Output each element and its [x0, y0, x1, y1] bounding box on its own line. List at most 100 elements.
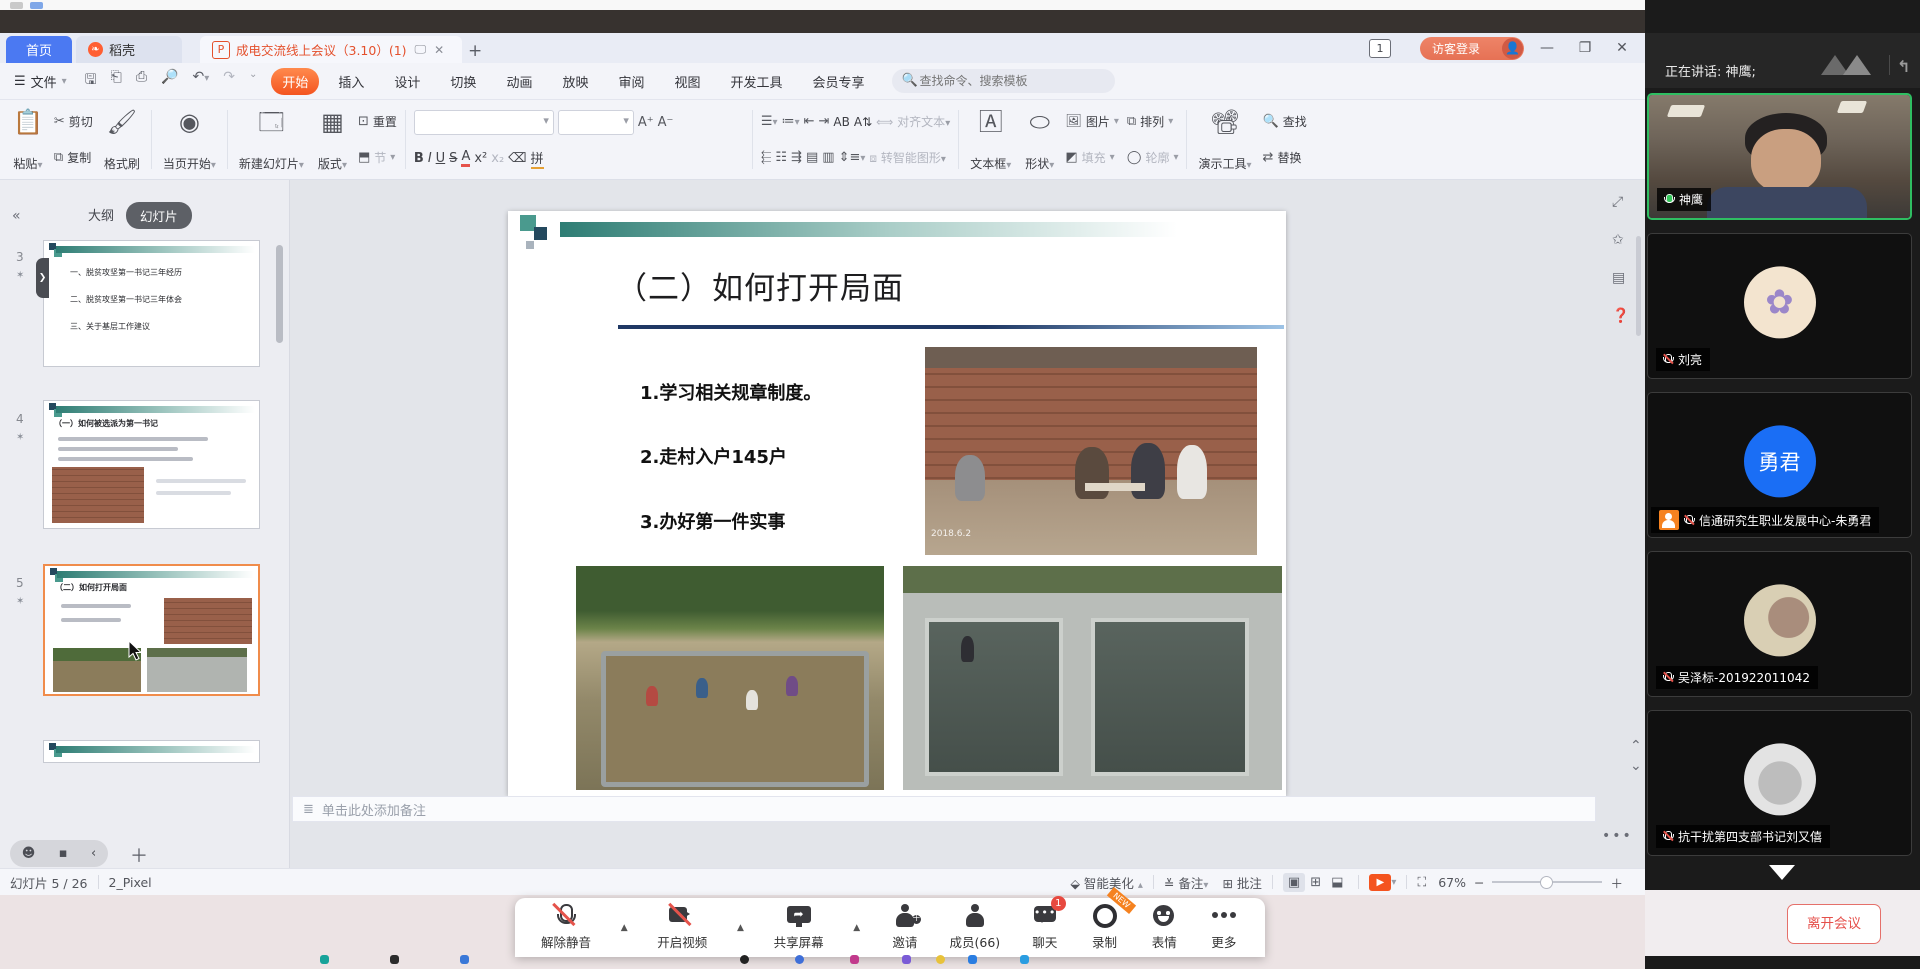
video-tile-5[interactable]: 抗干扰第四支部书记刘又僖 [1647, 710, 1912, 856]
subscript-button[interactable]: x₂ [491, 151, 504, 166]
leave-meeting-button[interactable]: 离开会议 [1787, 904, 1881, 944]
notes-bar[interactable]: ≣ 单击此处添加备注 [292, 796, 1596, 822]
tab-transition[interactable]: 切换 [439, 68, 487, 95]
zoom-out-icon[interactable]: − [1474, 875, 1484, 890]
file-menu[interactable]: ☰ 文件 ▾ [14, 72, 67, 91]
font-size-combo[interactable] [558, 110, 634, 135]
mic-options-icon[interactable]: ▲ [621, 923, 628, 933]
cut-button[interactable]: ✂剪切 [54, 113, 93, 130]
justify-icon[interactable]: ▤ [806, 150, 818, 165]
grow-font-icon[interactable]: A⁺ [638, 115, 654, 130]
guest-login-button[interactable]: 访客登录 👤 [1420, 37, 1524, 60]
outdent-icon[interactable]: ⇤ [804, 114, 815, 129]
play-options-icon[interactable]: ▾ [1391, 877, 1396, 888]
slide-thumbnail-5-selected[interactable]: （二）如何打开局面 [43, 564, 260, 696]
start-video-button[interactable]: 开启视频 [657, 903, 707, 951]
normal-view-icon[interactable]: ▣ [1283, 873, 1305, 892]
maximize-button[interactable]: ❐ [1575, 38, 1595, 58]
comments-toggle[interactable]: ⊞ 批注 [1222, 873, 1261, 892]
shape-button[interactable]: ⬭形状▾ [1018, 104, 1061, 175]
add-slide-button[interactable]: ＋ [130, 842, 148, 868]
taskbar-app-icon[interactable] [740, 955, 749, 964]
chat-button[interactable]: •••1 聊天 [1030, 903, 1060, 951]
tab-animation[interactable]: 动画 [495, 68, 543, 95]
taskbar-app-icon[interactable] [850, 955, 859, 964]
record-button[interactable]: NEW 录制 [1090, 903, 1120, 951]
slide-thumbnail-3[interactable]: 一、脱贫攻坚第一书记三年经历 二、脱贫攻坚第一书记三年体会 三、关于基层工作建议 [43, 240, 260, 367]
emoji-face-icon[interactable]: ☻ [22, 846, 36, 861]
fit-objects-icon[interactable]: ⤢ [1612, 194, 1623, 210]
change-case-button[interactable]: AB [833, 115, 849, 129]
tab-document[interactable]: P 成电交流线上会议（3.10）(1) 🖵 ✕ [200, 36, 462, 63]
indent-icon[interactable]: ⇥ [819, 114, 830, 129]
new-slide-button[interactable]: 🗔新建幻灯片▾ [232, 104, 311, 175]
tab-devtools[interactable]: 开发工具 [720, 68, 794, 95]
panel-collapse-handle[interactable]: ❯ [36, 258, 49, 298]
find-button[interactable]: 🔍查找 [1263, 113, 1307, 130]
taskbar-app-icon[interactable] [390, 955, 399, 964]
undo-icon[interactable]: ↶▾ [192, 69, 209, 93]
dark-square-icon[interactable]: ▪ [59, 846, 68, 861]
present-monitor-icon[interactable]: 🖵 [415, 42, 427, 57]
zoom-in-icon[interactable]: ＋ [1610, 873, 1623, 892]
pinyin-button[interactable]: 拼 [531, 148, 544, 169]
panel-tool-icon[interactable]: ▤ [1612, 270, 1625, 286]
help-tool-icon[interactable]: ❓ [1612, 308, 1629, 324]
video-options-icon[interactable]: ▲ [737, 923, 744, 933]
tab-close-icon[interactable]: ✕ [434, 43, 444, 57]
paste-button[interactable]: 📋粘贴▾ [6, 104, 50, 175]
textbox-button[interactable]: 🄰文本框▾ [963, 104, 1018, 175]
fill-button[interactable]: ◩填充▾ [1065, 149, 1119, 166]
slideshow-play-button[interactable]: ▶ [1369, 874, 1391, 891]
distribute-icon[interactable]: ▥ [822, 150, 834, 165]
taskbar-app-icon[interactable] [1020, 955, 1029, 964]
command-search[interactable]: 🔍 [876, 69, 1115, 93]
slides-tab[interactable]: 幻灯片 [126, 202, 192, 229]
superscript-button[interactable]: x² [474, 151, 487, 166]
fit-window-icon[interactable]: ⛶ [1417, 874, 1426, 890]
slide-thumbnail-6-partial[interactable] [43, 740, 260, 763]
emoji-button[interactable]: 表情 [1149, 903, 1179, 951]
align-right-icon[interactable]: ⇶ [791, 150, 802, 165]
taskbar-app-icon[interactable] [320, 955, 329, 964]
strike-button[interactable]: S [449, 151, 457, 166]
outline-button[interactable]: ◯轮廓▾ [1127, 149, 1179, 166]
video-tile-speaker[interactable]: 神鹰 [1647, 93, 1912, 220]
align-left-icon[interactable]: ⬱ [761, 150, 772, 165]
bullets-icon[interactable]: ☰▾ [761, 114, 778, 129]
text-direction-button[interactable]: A⇅ [854, 115, 872, 129]
save-icon[interactable]: 🖫 [85, 69, 97, 93]
taskbar-app-icon[interactable] [795, 955, 804, 964]
page-indicator[interactable]: 1 [1369, 39, 1391, 58]
numbering-icon[interactable]: ≔▾ [782, 114, 800, 129]
zoom-slider[interactable] [1492, 881, 1602, 883]
tab-slideshow[interactable]: 放映 [551, 68, 599, 95]
copy-button[interactable]: ⧉复制 [54, 149, 93, 166]
redo-icon[interactable]: ↷ [223, 69, 235, 93]
picture-button[interactable]: 🖼图片▾ [1065, 113, 1119, 130]
back-arrow-icon[interactable]: ↰ [1897, 57, 1910, 76]
collapse-left-icon[interactable]: ‹ [91, 846, 96, 861]
search-input[interactable] [892, 69, 1115, 93]
outline-tab[interactable]: 大纲 [88, 205, 114, 224]
quickbar-more-icon[interactable]: ⌄ [249, 69, 257, 93]
tab-design[interactable]: 设计 [383, 68, 431, 95]
italic-button[interactable]: I [428, 151, 432, 166]
theme-name[interactable]: 2_Pixel [109, 875, 152, 890]
align-text-button[interactable]: ⟺ 对齐文本▾ [876, 113, 950, 130]
tab-start[interactable]: 开始 [271, 68, 319, 95]
line-spacing-icon[interactable]: ⇕≡▾ [839, 150, 866, 165]
output-icon[interactable]: ⎗ [111, 69, 122, 93]
shrink-font-icon[interactable]: A⁻ [658, 115, 674, 130]
star-tool-icon[interactable]: ✩ [1612, 232, 1624, 248]
panel-scrollbar[interactable] [276, 245, 283, 343]
members-button[interactable]: 成员(66) [950, 903, 1001, 951]
next-slide-icon[interactable]: ⌄ [1630, 758, 1642, 774]
bold-button[interactable]: B [414, 151, 424, 166]
align-center-icon[interactable]: ☷ [775, 150, 787, 165]
tab-insert[interactable]: 插入 [327, 68, 375, 95]
print-preview-icon[interactable]: 🔎 [161, 69, 178, 93]
slide-canvas[interactable]: （二）如何打开局面 1.学习相关规章制度。 2.走村入户145户 3.办好第一件… [508, 211, 1286, 796]
zoom-percent[interactable]: 67% [1438, 875, 1466, 890]
taskbar-app-icon[interactable] [936, 955, 945, 964]
